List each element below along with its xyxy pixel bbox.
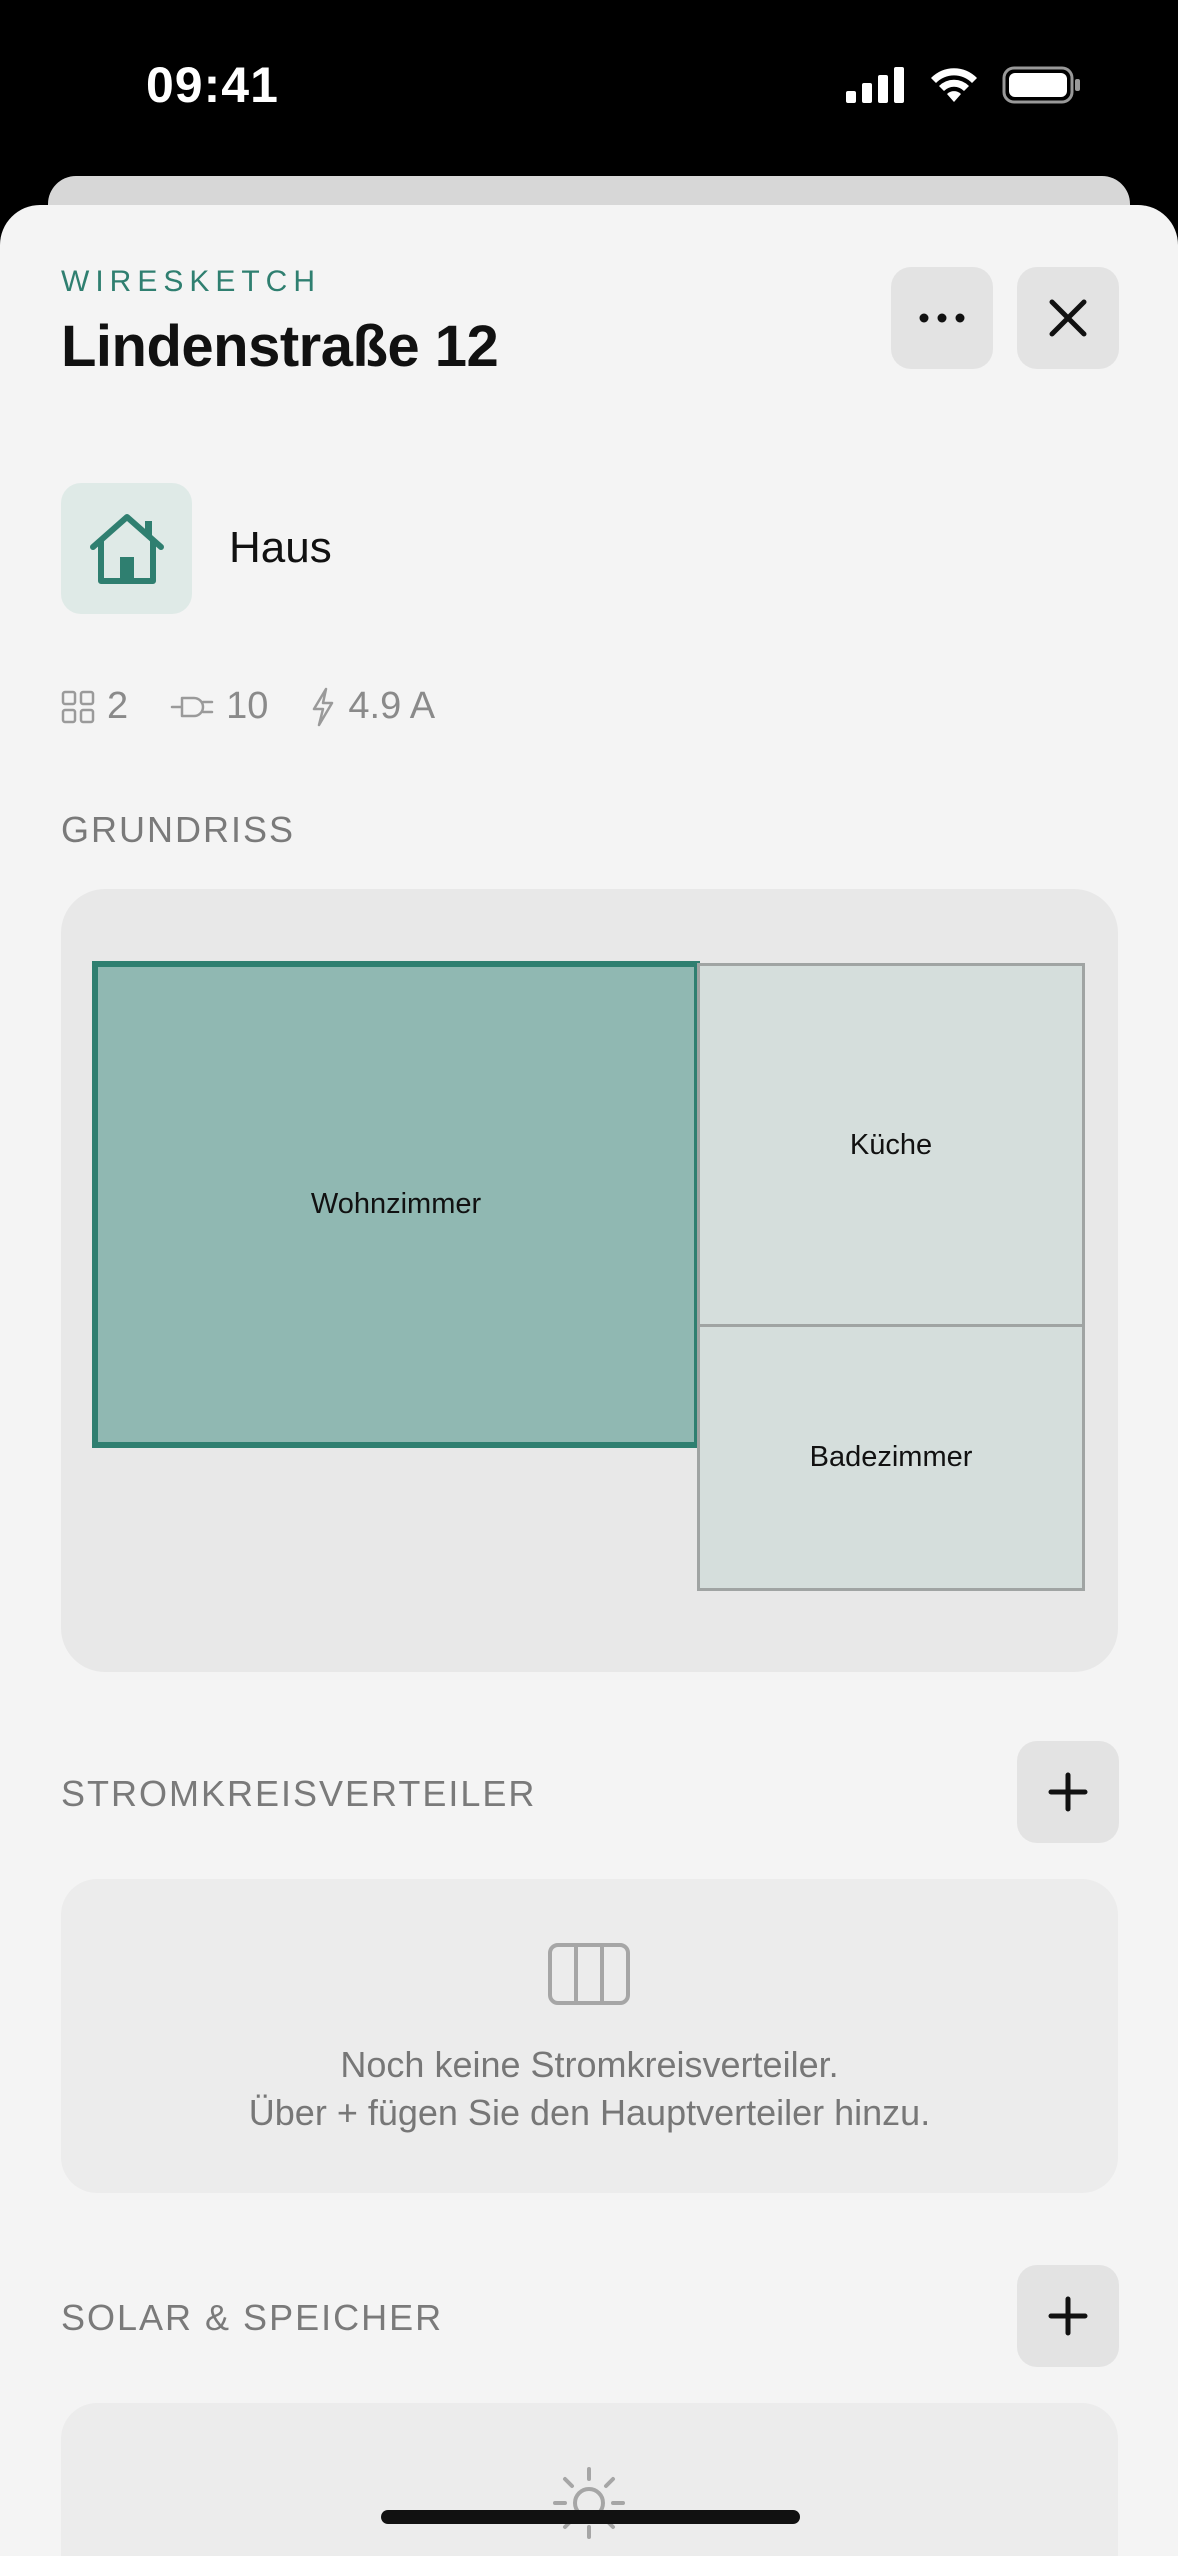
ellipsis-icon bbox=[919, 313, 965, 323]
room-badezimmer[interactable]: Badezimmer bbox=[697, 1324, 1085, 1591]
battery-icon bbox=[1002, 66, 1080, 104]
plug-icon bbox=[170, 696, 214, 717]
wifi-icon bbox=[931, 68, 977, 102]
stat-rooms-value: 2 bbox=[107, 685, 129, 727]
add-distribution-button[interactable] bbox=[1017, 1741, 1119, 1843]
page-title: Lindenstraße 12 bbox=[61, 314, 499, 379]
close-icon bbox=[1049, 299, 1087, 337]
floorplan-card: Wohnzimmer Küche Badezimmer bbox=[61, 889, 1118, 1672]
add-solar-button[interactable] bbox=[1017, 2265, 1119, 2367]
building-name[interactable]: Haus bbox=[229, 523, 332, 573]
room-label: Wohnzimmer bbox=[310, 1188, 482, 1220]
stat-outlets: 10 bbox=[170, 685, 268, 728]
building-icon-tile[interactable] bbox=[61, 483, 192, 614]
rooms-grid-icon bbox=[61, 690, 95, 723]
empty-state-line-1: Noch keine Stromkreisverteiler. bbox=[340, 2044, 839, 2085]
bolt-icon bbox=[313, 687, 334, 726]
close-button[interactable] bbox=[1017, 267, 1119, 369]
stat-rooms: 2 bbox=[61, 685, 128, 728]
status-bar: 09:41 bbox=[0, 0, 1178, 175]
status-icons bbox=[846, 66, 1082, 104]
brand-label: WIRESKETCH bbox=[61, 265, 322, 298]
room-label: Badezimmer bbox=[809, 1441, 973, 1473]
more-button[interactable] bbox=[891, 267, 993, 369]
sun-icon bbox=[553, 2467, 625, 2539]
plus-icon bbox=[1048, 1772, 1088, 1812]
panel-icon bbox=[548, 1943, 630, 2005]
floorplan-section-label: GRUNDRISS bbox=[61, 809, 296, 850]
status-time: 09:41 bbox=[146, 57, 279, 113]
room-wohnzimmer[interactable]: Wohnzimmer bbox=[92, 961, 700, 1448]
stat-current-value: 4.9 A bbox=[348, 685, 436, 727]
room-label: Küche bbox=[849, 1128, 933, 1161]
signal-icon bbox=[846, 67, 904, 103]
room-kueche[interactable]: Küche bbox=[697, 963, 1085, 1327]
home-indicator[interactable] bbox=[381, 2510, 800, 2524]
stat-outlets-value: 10 bbox=[226, 685, 269, 727]
plus-icon bbox=[1048, 2296, 1088, 2336]
house-icon bbox=[89, 513, 164, 584]
distribution-section-label: STROMKREISVERTEILER bbox=[61, 1773, 537, 1814]
solar-empty-state bbox=[61, 2403, 1118, 2556]
solar-section-label: SOLAR & SPEICHER bbox=[61, 2297, 444, 2338]
empty-state-line-2: Über + fügen Sie den Hauptverteiler hinz… bbox=[248, 2092, 931, 2133]
distribution-empty-state: Noch keine Stromkreisverteiler. Über + f… bbox=[61, 1879, 1118, 2193]
project-sheet: WIRESKETCH Lindenstraße 12 Haus 2 10 4.9… bbox=[0, 205, 1178, 2556]
building-stats: 2 10 4.9 A bbox=[61, 685, 477, 728]
stat-current: 4.9 A bbox=[310, 685, 435, 728]
